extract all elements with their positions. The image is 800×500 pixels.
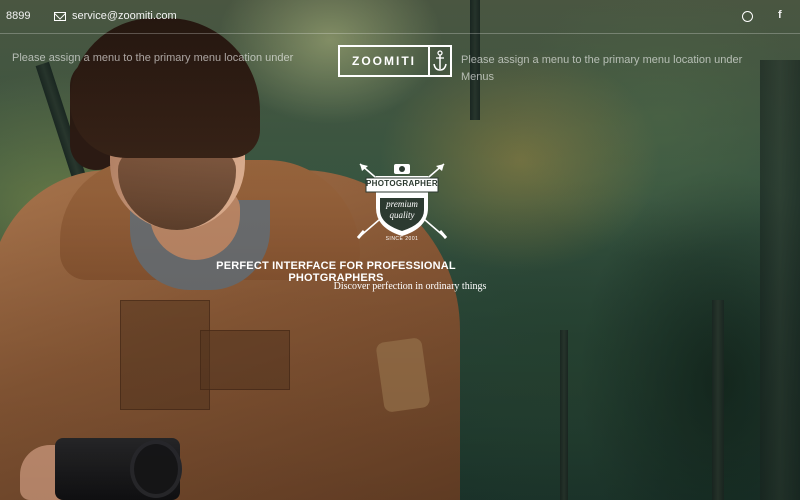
badge-quality: quality <box>389 210 415 220</box>
anchor-icon <box>430 50 450 72</box>
logo-text[interactable]: ZOOMITI <box>340 54 428 68</box>
email-text[interactable]: service@zoomiti.com <box>72 10 177 22</box>
top-bar: 8899 service@zoomiti.com f <box>0 0 800 34</box>
site-logo[interactable]: ZOOMITI <box>338 45 452 77</box>
badge-title: PHOTOGRAPHER <box>366 179 438 188</box>
email-link[interactable]: service@zoomiti.com <box>54 10 177 22</box>
photographer-badge: PHOTOGRAPHER premium quality SINCE 2001 <box>352 158 452 244</box>
mail-icon <box>54 11 66 21</box>
facebook-icon[interactable]: f <box>778 9 782 21</box>
badge-premium: premium <box>386 199 418 209</box>
primary-menu-placeholder-left: Please assign a menu to the primary menu… <box>12 52 294 64</box>
hero-subline: Discover perfection in ordinary things <box>333 281 487 292</box>
badge-since: SINCE 2001 <box>385 236 419 242</box>
dribbble-icon[interactable] <box>742 11 753 22</box>
primary-menu-placeholder-right: Please assign a menu to the primary menu… <box>461 54 743 83</box>
phone-number: 8899 <box>6 10 31 22</box>
